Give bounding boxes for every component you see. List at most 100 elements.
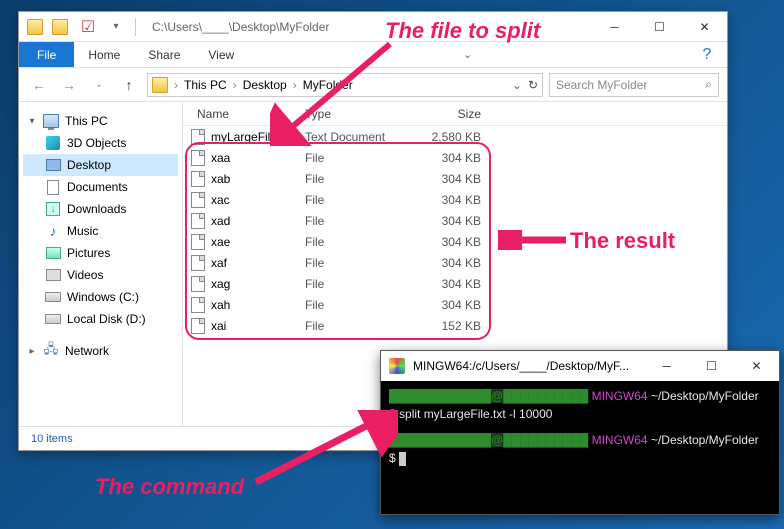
sidebar-item-label: Pictures [67, 246, 110, 260]
sidebar-item-downloads[interactable]: ↓ Downloads [23, 198, 178, 220]
breadcrumb[interactable]: This PC [180, 78, 231, 92]
titlebar[interactable]: ☑ ▾ C:\Users\____\Desktop\MyFolder ─ ☐ ✕ [19, 12, 727, 42]
tab-view[interactable]: View [194, 42, 248, 67]
sidebar-item-3d-objects[interactable]: 3D Objects [23, 132, 178, 154]
search-placeholder: Search MyFolder [556, 78, 647, 92]
terminal-output[interactable]: ████████████@██████████ MINGW64 ~/Deskto… [381, 381, 779, 473]
sidebar-item-pictures[interactable]: Pictures [23, 242, 178, 264]
sidebar-item-videos[interactable]: Videos [23, 264, 178, 286]
sidebar-item-label: Windows (C:) [67, 290, 139, 304]
music-icon: ♪ [45, 223, 61, 239]
file-name: myLargeFile [211, 130, 277, 144]
file-icon [191, 150, 205, 166]
terminal-env: MINGW64 [592, 433, 648, 447]
pc-icon [43, 113, 59, 129]
minimize-button[interactable]: ─ [644, 351, 689, 381]
tab-file[interactable]: File [19, 42, 74, 67]
sidebar-item-windows-c-[interactable]: Windows (C:) [23, 286, 178, 308]
annotation-command: The command [95, 474, 244, 500]
sidebar-item-documents[interactable]: Documents [23, 176, 178, 198]
file-name: xae [211, 235, 230, 249]
sidebar-item-label: Downloads [67, 202, 126, 216]
file-row[interactable]: xacFile304 KB [183, 189, 727, 210]
drive-icon [45, 311, 61, 327]
properties-icon[interactable]: ☑ [77, 18, 99, 36]
address-dropdown-icon[interactable]: ⌄ [512, 78, 522, 92]
vid-icon [45, 267, 61, 283]
net-icon: 🖧 [43, 343, 59, 359]
search-input[interactable]: Search MyFolder ⌕ [549, 73, 719, 97]
file-type: File [305, 319, 413, 333]
window-title-path: C:\Users\____\Desktop\MyFolder [152, 20, 329, 34]
mingw-icon [389, 358, 405, 374]
minimize-button[interactable]: ─ [592, 12, 637, 42]
file-size: 304 KB [413, 214, 517, 228]
column-type[interactable]: Type [305, 107, 413, 121]
recent-dropdown-icon[interactable]: ⌄ [87, 73, 111, 97]
file-row[interactable]: xae File304 KB [183, 231, 727, 252]
maximize-button[interactable]: ☐ [637, 12, 682, 42]
file-type: File [305, 235, 413, 249]
chevron-icon[interactable]: ▸ [27, 346, 37, 357]
close-button[interactable]: ✕ [734, 351, 779, 381]
terminal-titlebar[interactable]: MINGW64:/c/Users/____/Desktop/MyF... ─ ☐… [381, 351, 779, 381]
file-type: File [305, 277, 413, 291]
file-row[interactable]: xadFile304 KB [183, 210, 727, 231]
file-name: xaf [211, 256, 227, 270]
file-type: File [305, 172, 413, 186]
file-icon [191, 276, 205, 292]
dropdown-icon[interactable]: ▾ [105, 18, 127, 36]
file-size: 304 KB [413, 235, 517, 249]
dl-icon: ↓ [45, 201, 61, 217]
help-icon[interactable]: ? [687, 42, 727, 67]
3d-icon [45, 135, 61, 151]
file-icon [191, 129, 205, 145]
file-icon [191, 255, 205, 271]
file-row[interactable]: xahFile304 KB [183, 294, 727, 315]
sidebar-item-local-disk-d-[interactable]: Local Disk (D:) [23, 308, 178, 330]
file-size: 304 KB [413, 256, 517, 270]
file-size: 304 KB [413, 277, 517, 291]
pic-icon [45, 245, 61, 261]
close-button[interactable]: ✕ [682, 12, 727, 42]
file-icon [191, 213, 205, 229]
file-size: 304 KB [413, 193, 517, 207]
file-size: 2,580 KB [413, 130, 517, 144]
column-headers[interactable]: Name Type Size [183, 102, 727, 126]
file-size: 304 KB [413, 298, 517, 312]
file-type: File [305, 214, 413, 228]
breadcrumb[interactable]: Desktop [239, 78, 291, 92]
chevron-icon[interactable]: ▾ [27, 116, 37, 127]
file-icon [191, 297, 205, 313]
tab-home[interactable]: Home [74, 42, 134, 67]
sidebar-item-this-pc[interactable]: ▾This PC [23, 110, 178, 132]
breadcrumb[interactable]: MyFolder [299, 78, 357, 92]
file-row[interactable]: xabFile304 KB [183, 168, 727, 189]
terminal-user-host: ████████████@██████████ [389, 389, 588, 403]
tab-share[interactable]: Share [134, 42, 194, 67]
column-size[interactable]: Size [413, 107, 517, 121]
back-button[interactable]: ← [27, 73, 51, 97]
up-button[interactable]: ↑ [117, 73, 141, 97]
column-name[interactable]: Name [183, 107, 305, 121]
file-name: xai [211, 319, 226, 333]
file-row[interactable]: xaaFile304 KB [183, 147, 727, 168]
file-row[interactable]: xagFile304 KB [183, 273, 727, 294]
quick-access-toolbar[interactable] [49, 18, 71, 36]
file-row[interactable]: myLargeFileText Document2,580 KB [183, 126, 727, 147]
maximize-button[interactable]: ☐ [689, 351, 734, 381]
navigation-pane: ▾This PC3D ObjectsDesktopDocuments ↓ Downl… [19, 102, 183, 426]
file-name: xab [211, 172, 230, 186]
file-row[interactable]: xafFile304 KB [183, 252, 727, 273]
ribbon-toggle-icon[interactable]: ⌄ [448, 42, 488, 67]
sidebar-item-desktop[interactable]: Desktop [23, 154, 178, 176]
file-type: File [305, 298, 413, 312]
refresh-icon[interactable]: ↻ [528, 78, 538, 92]
sidebar-item-music[interactable]: ♪Music [23, 220, 178, 242]
sidebar-item-label: Local Disk (D:) [67, 312, 146, 326]
address-bar[interactable]: › This PC › Desktop › MyFolder ⌄ ↻ [147, 73, 543, 97]
file-row[interactable]: xaiFile152 KB [183, 315, 727, 336]
sidebar-item-network[interactable]: ▸🖧Network [23, 340, 178, 362]
file-icon [191, 171, 205, 187]
terminal-env: MINGW64 [592, 389, 648, 403]
